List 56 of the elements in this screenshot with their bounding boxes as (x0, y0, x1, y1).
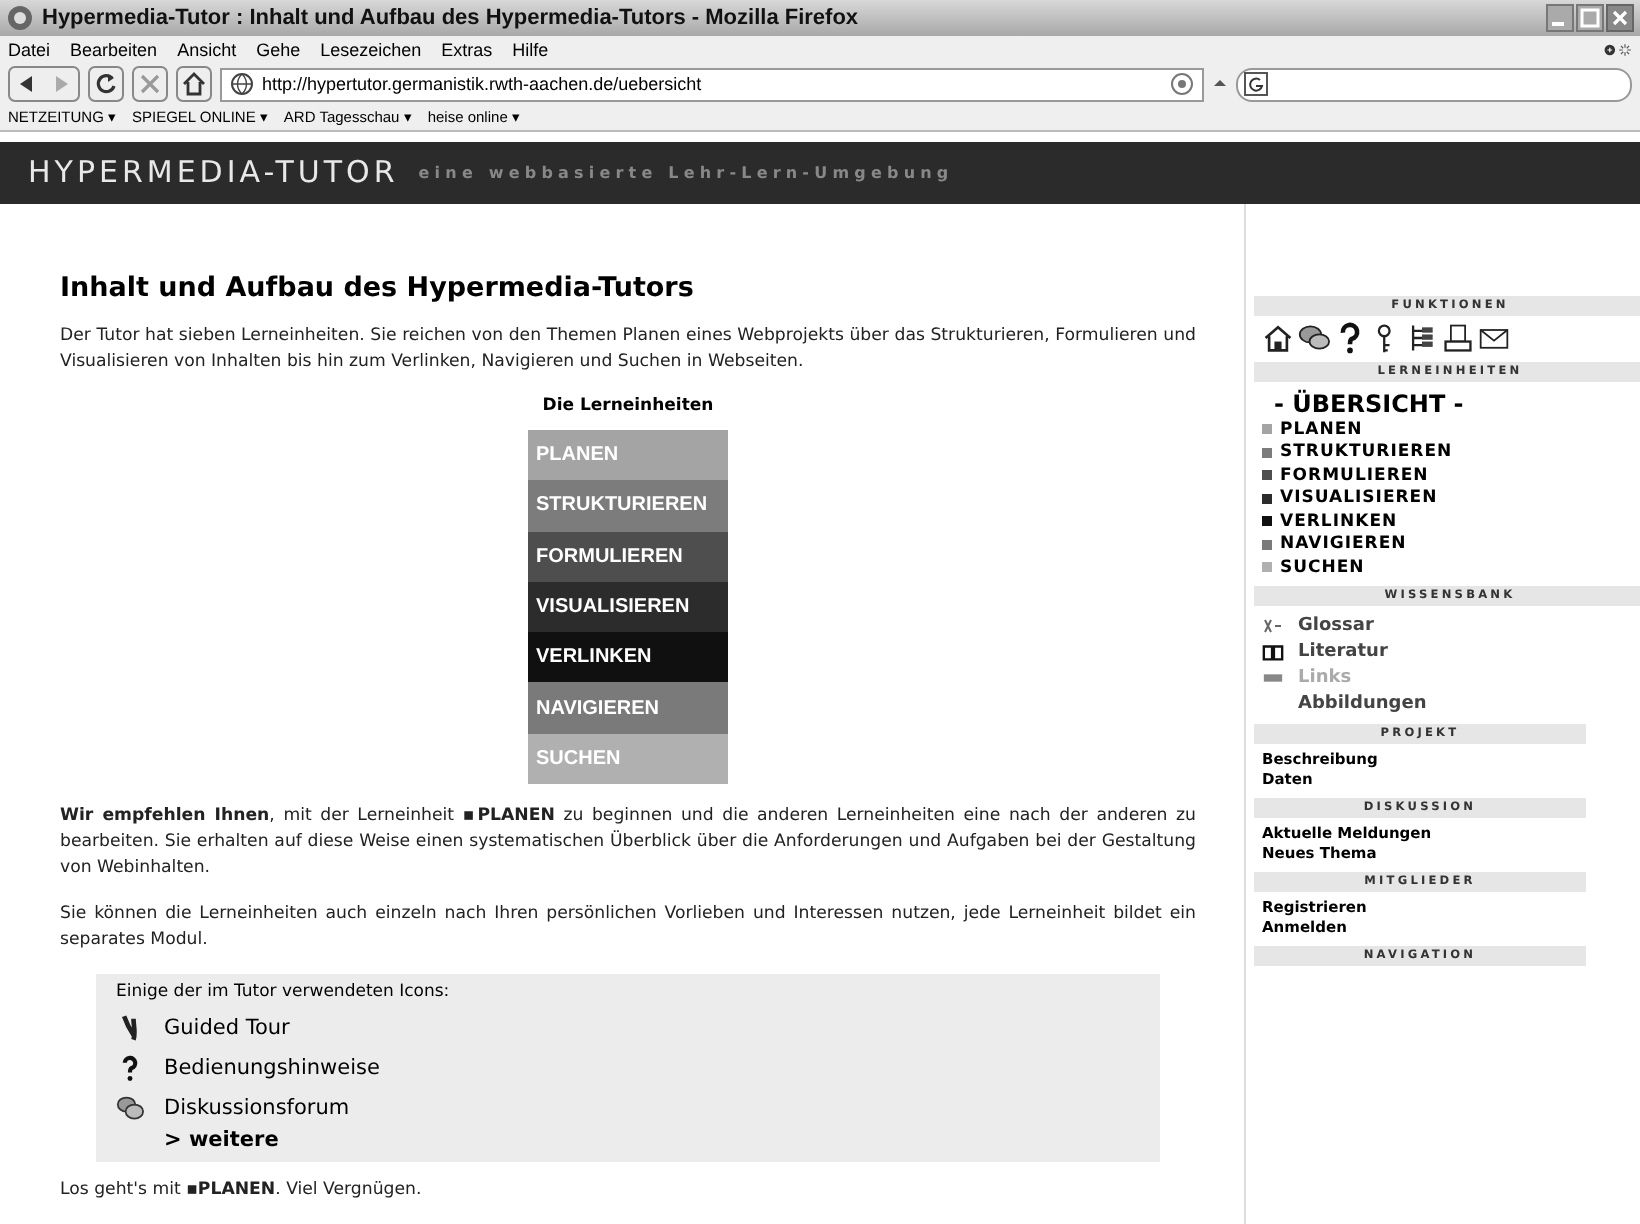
printer-icon[interactable] (1442, 321, 1474, 354)
icon-description: Guided Tour (164, 1016, 290, 1040)
unit-tile[interactable]: FORMULIEREN (528, 531, 728, 582)
maximize-icon[interactable] (1576, 4, 1604, 32)
unit-link[interactable]: PLANEN (1280, 419, 1363, 440)
menu-item[interactable]: Gehe (256, 40, 301, 60)
site-subtitle: eine webbasierte Lehr-Lern-Umgebung (418, 163, 954, 182)
unit-link[interactable]: FORMULIEREN (1280, 465, 1429, 486)
current-page-label: - ÜBERSICHT - (1272, 389, 1466, 418)
page-heading: Inhalt und Aufbau des Hypermedia-Tutors (60, 271, 696, 304)
unit-link[interactable]: STRUKTURIEREN (1280, 442, 1453, 463)
body-paragraph: Wir empfehlen Ihnen, mit der Lerneinheit ▪PLANEN zu beginnen und die anderen Lerneinheiten eine nach der anderen zu bearbeiten. Sie erhalten auf diese Weise einen systematischen Überblick über die Anforderungen und Aufgaben bei der Gestaltung von Webinhalten. (60, 804, 1196, 882)
open-book-icon (1262, 641, 1284, 662)
menu-item[interactable]: Lesezeichen (320, 40, 422, 60)
home-icon[interactable] (176, 66, 212, 102)
site-title[interactable]: HYPERMEDIA-TUTOR (28, 154, 399, 191)
body-paragraph: Sie können die Lerneinheiten auch einzeln nach Ihren persönlichen Vorlieben und Interessen nutzen, jede Lerneinheit bildet ein separates Modul. (60, 902, 1196, 954)
speech-bubbles-icon[interactable] (1298, 321, 1330, 354)
speech-bubbles-icon (116, 1094, 144, 1122)
caret-icon[interactable] (1212, 76, 1228, 92)
back-forward-icon[interactable] (8, 66, 80, 102)
intro-paragraph: Der Tutor hat sieben Lerneinheiten. Sie reichen von den Themen Planen eines Webprojekts über das Strukturieren, Formulieren und Visualisieren von Inhalten bis hin zum Verlinken, Navigieren und Suchen in Webseiten. (60, 323, 1196, 376)
unit-tile[interactable]: STRUKTURIEREN (528, 480, 728, 532)
minimize-icon[interactable] (1546, 4, 1574, 32)
tree-structure-icon[interactable] (1406, 321, 1438, 354)
unit-tile[interactable]: VERLINKEN (528, 632, 728, 683)
menu-item[interactable]: Hilfe (512, 40, 549, 60)
unit-link[interactable]: VERLINKEN (1280, 511, 1398, 532)
unit-link[interactable]: SUCHEN (1280, 557, 1365, 578)
unit-link[interactable]: NAVIGIEREN (1280, 534, 1407, 555)
unit-tile[interactable]: VISUALISIEREN (528, 581, 728, 633)
globe-icon (230, 72, 254, 96)
knowledge-link[interactable]: Literatur (1298, 641, 1388, 662)
menu-item[interactable]: Extras (441, 40, 493, 60)
unit-tile[interactable]: NAVIGIEREN (528, 682, 728, 734)
home-icon[interactable] (1262, 321, 1294, 354)
knowledge-link[interactable]: Glossar (1298, 615, 1374, 636)
unit-link[interactable]: VISUALISIEREN (1280, 488, 1438, 509)
firefox-logo-icon (6, 4, 34, 32)
menu-item[interactable]: Datei (8, 40, 51, 60)
reload-icon[interactable] (88, 66, 124, 102)
search-engine-icon (1244, 72, 1268, 96)
more-link[interactable]: > weitere (164, 1128, 1140, 1152)
go-icon[interactable] (1170, 72, 1194, 96)
menu-item[interactable]: Bearbeiten (70, 40, 158, 60)
units-caption: Die Lerneinheiten (540, 395, 716, 416)
address-field[interactable]: http://hypertutor.germanistik.rwth-aachen.de/uebersicht (220, 67, 1204, 101)
closing-paragraph: Los geht's mit ▪PLANEN. Viel Vergnügen. (60, 1178, 424, 1204)
icon-description: Diskussionsforum (164, 1096, 350, 1120)
panel-title: Einige der im Tutor verwendeten Icons: (116, 982, 452, 1002)
menu-item[interactable]: Ansicht (177, 40, 237, 60)
window-title: Hypermedia-Tutor : Inhalt und Aufbau des Hypermedia-Tutors - Mozilla Firefox (42, 6, 861, 30)
icon-description: Bedienungshinweise (164, 1056, 380, 1080)
knowledge-link[interactable]: Abbildungen (1298, 693, 1427, 714)
close-icon[interactable] (1606, 4, 1634, 32)
search-field[interactable] (1236, 67, 1632, 101)
